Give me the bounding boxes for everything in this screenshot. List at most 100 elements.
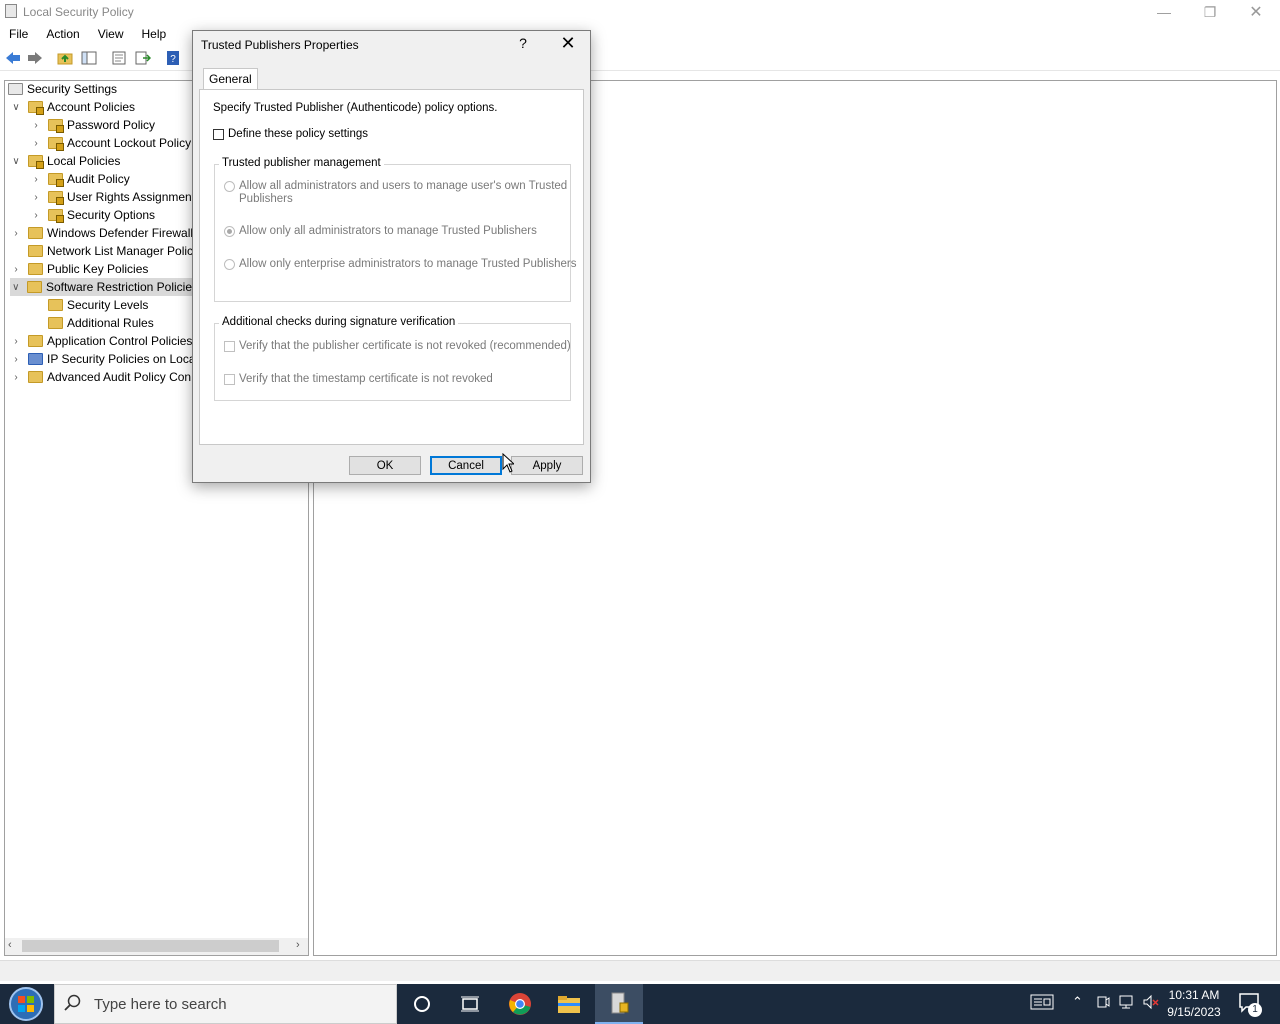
- radio-button[interactable]: [224, 258, 235, 270]
- folder-icon: [28, 227, 43, 239]
- tree-item-account-policies[interactable]: ∨ Account Policies: [10, 98, 135, 116]
- window-title: Local Security Policy: [23, 5, 134, 19]
- tree-item-label: Account Lockout Policy: [67, 136, 192, 150]
- clock-time: 10:31 AM: [1168, 988, 1220, 1002]
- cancel-button[interactable]: Cancel: [430, 456, 502, 475]
- chevron-right-icon[interactable]: ›: [30, 188, 42, 206]
- tree-item-security-settings[interactable]: Security Settings: [8, 80, 117, 98]
- tree-item-label: IP Security Policies on Loca: [47, 352, 196, 366]
- tree-item-advanced-audit-policy[interactable]: › Advanced Audit Policy Con: [10, 368, 191, 386]
- tree-item-public-key-policies[interactable]: › Public Key Policies: [10, 260, 148, 278]
- start-button[interactable]: [4, 985, 48, 1023]
- file-explorer-icon[interactable]: [545, 984, 593, 1024]
- tree-item-ip-security-policies[interactable]: › IP Security Policies on Loca: [10, 350, 196, 368]
- radio-button[interactable]: [224, 181, 235, 192]
- mouse-cursor-icon: [502, 452, 516, 476]
- intro-text: Specify Trusted Publisher (Authenticode)…: [213, 102, 498, 114]
- tree-item-user-rights-assignment[interactable]: › User Rights Assignment: [30, 188, 195, 206]
- radio-option-all-admins[interactable]: Allow only all administrators to manage …: [224, 225, 537, 237]
- tree-item-windows-defender-firewall[interactable]: › Windows Defender Firewall: [10, 224, 193, 242]
- checkbox[interactable]: [224, 340, 235, 352]
- chevron-right-icon[interactable]: ›: [30, 170, 42, 188]
- chevron-right-icon[interactable]: ›: [10, 260, 22, 278]
- help-icon[interactable]: ?: [164, 49, 182, 67]
- tree-item-network-list-manager[interactable]: Network List Manager Polic: [10, 242, 193, 260]
- tree-item-application-control-policies[interactable]: › Application Control Policies: [10, 332, 192, 350]
- scrollbar-thumb[interactable]: [22, 940, 279, 952]
- chevron-right-icon[interactable]: ›: [30, 206, 42, 224]
- show-hide-tree-icon[interactable]: [80, 49, 98, 67]
- tree-item-security-levels[interactable]: Security Levels: [30, 296, 148, 314]
- up-folder-icon[interactable]: [56, 49, 74, 67]
- chrome-icon[interactable]: [496, 984, 544, 1024]
- tree-item-password-policy[interactable]: › Password Policy: [30, 116, 155, 134]
- chevron-up-icon[interactable]: ⌃: [1072, 994, 1083, 1010]
- chevron-right-icon[interactable]: ›: [10, 224, 22, 242]
- volume-muted-icon[interactable]: [1142, 994, 1160, 1013]
- local-security-policy-taskbar-icon[interactable]: [595, 984, 643, 1024]
- app-icon: [5, 4, 17, 18]
- folder-icon: [48, 299, 63, 311]
- tab-general[interactable]: General: [203, 68, 258, 89]
- group-legend: Trusted publisher management: [219, 157, 384, 169]
- menu-file[interactable]: File: [0, 24, 37, 44]
- svg-text:?: ?: [170, 54, 176, 65]
- chevron-right-icon[interactable]: ›: [10, 350, 22, 368]
- radio-button-selected[interactable]: [224, 225, 235, 237]
- forward-icon[interactable]: [26, 49, 44, 67]
- checkbox[interactable]: [224, 373, 235, 385]
- chevron-down-icon[interactable]: ∨: [10, 278, 21, 296]
- tree-item-software-restriction-policies[interactable]: ∨ Software Restriction Policie: [10, 278, 192, 296]
- tree-item-local-policies[interactable]: ∨ Local Policies: [10, 152, 120, 170]
- radio-option-enterprise-admins[interactable]: Allow only enterprise administrators to …: [224, 258, 577, 270]
- folder-icon: [28, 335, 43, 347]
- scroll-right-icon[interactable]: ›: [296, 939, 300, 951]
- chevron-right-icon[interactable]: ›: [10, 332, 22, 350]
- apply-button[interactable]: Apply: [511, 456, 583, 475]
- system-clock[interactable]: 10:31 AM 9/15/2023: [1164, 987, 1224, 1021]
- restore-icon[interactable]: ❐: [1187, 0, 1233, 24]
- tree-item-label: Local Policies: [47, 154, 121, 168]
- close-icon[interactable]: ✕: [553, 33, 583, 54]
- tree-item-account-lockout-policy[interactable]: › Account Lockout Policy: [30, 134, 191, 152]
- menu-action[interactable]: Action: [37, 24, 88, 44]
- close-icon[interactable]: ✕: [1233, 0, 1279, 24]
- timestamp-revoked-checkbox-row[interactable]: Verify that the timestamp certificate is…: [224, 373, 493, 385]
- properties-icon[interactable]: [110, 49, 128, 67]
- tab-panel: Specify Trusted Publisher (Authenticode)…: [199, 89, 584, 445]
- define-policy-checkbox[interactable]: [213, 128, 224, 140]
- tree-item-label: Software Restriction Policie: [45, 280, 192, 294]
- folder-icon: [28, 371, 43, 383]
- chevron-right-icon[interactable]: ›: [30, 116, 42, 134]
- chevron-right-icon[interactable]: ›: [30, 134, 42, 152]
- export-list-icon[interactable]: [134, 49, 152, 67]
- menu-view[interactable]: View: [89, 24, 133, 44]
- minimize-icon[interactable]: —: [1141, 0, 1187, 24]
- help-icon[interactable]: ?: [513, 35, 533, 51]
- tree-item-additional-rules[interactable]: Additional Rules: [30, 314, 154, 332]
- publisher-revoked-checkbox-row[interactable]: Verify that the publisher certificate is…: [224, 340, 571, 352]
- network-icon[interactable]: [1118, 994, 1136, 1013]
- tree-item-security-options[interactable]: › Security Options: [30, 206, 155, 224]
- chevron-down-icon[interactable]: ∨: [10, 98, 22, 116]
- news-icon[interactable]: [1030, 994, 1054, 1013]
- task-view-icon[interactable]: [446, 984, 494, 1024]
- back-icon[interactable]: [4, 49, 22, 67]
- scroll-left-icon[interactable]: ‹: [8, 939, 12, 951]
- radio-option-all-users[interactable]: Allow all administrators and users to ma…: [224, 180, 567, 206]
- folder-icon: [48, 317, 63, 329]
- chevron-down-icon[interactable]: ∨: [10, 152, 22, 170]
- ok-button[interactable]: OK: [349, 456, 421, 475]
- chevron-right-icon[interactable]: ›: [10, 368, 22, 386]
- tree-item-audit-policy[interactable]: › Audit Policy: [30, 170, 130, 188]
- define-policy-label: Define these policy settings: [228, 128, 368, 140]
- cortana-icon[interactable]: [398, 984, 446, 1024]
- checkbox-label: Verify that the timestamp certificate is…: [239, 373, 493, 385]
- notification-count-badge: 1: [1248, 1003, 1262, 1017]
- menu-help[interactable]: Help: [133, 24, 176, 44]
- define-policy-checkbox-row[interactable]: Define these policy settings: [213, 128, 368, 140]
- tree-item-label: Account Policies: [47, 100, 136, 114]
- folder-lock-icon: [48, 191, 64, 205]
- checkbox-label: Verify that the publisher certificate is…: [239, 340, 571, 352]
- meet-now-icon[interactable]: [1096, 994, 1110, 1013]
